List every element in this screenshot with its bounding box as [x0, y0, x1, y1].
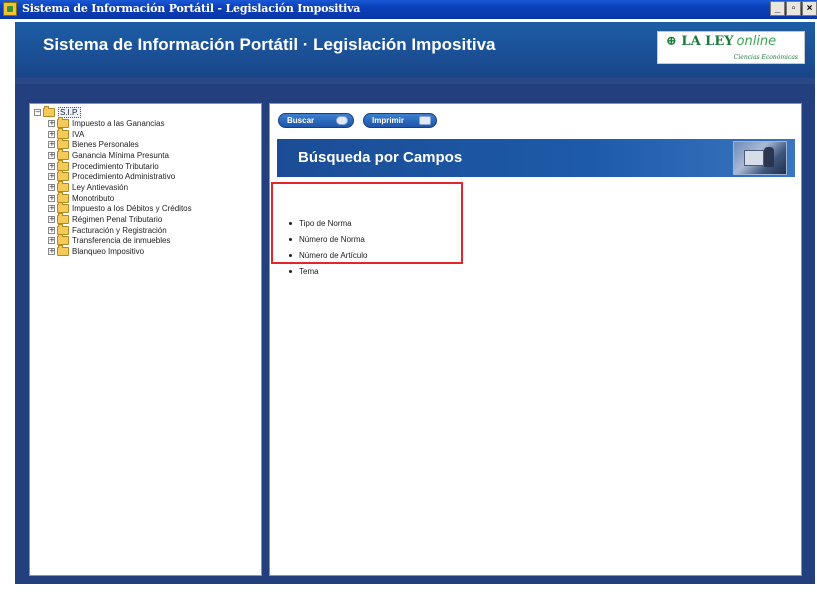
section-header: Búsqueda por Campos [277, 139, 795, 177]
folder-icon [57, 191, 69, 203]
search-field-item[interactable]: Tipo de Norma [289, 215, 367, 231]
tree-item-label[interactable]: Blanqueo Impositivo [72, 247, 144, 256]
expand-icon[interactable]: + [48, 173, 55, 181]
expand-icon[interactable]: + [48, 205, 55, 213]
application-icon[interactable] [3, 2, 17, 16]
tree-item-label[interactable]: Ley Antievasión [72, 183, 128, 192]
navigation-tree: − S.I.P. + Impuesto a las Ganancias + IVA + B… [34, 106, 192, 257]
tree-children: + Impuesto a las Ganancias + IVA + Bienes Per… [34, 116, 192, 257]
search-field-item[interactable]: Tema [289, 263, 367, 279]
expand-icon[interactable]: + [48, 183, 55, 191]
tree-item-label[interactable]: Régimen Penal Tributario [72, 215, 162, 224]
folder-icon [57, 116, 69, 128]
tree-item-label[interactable]: Ganancia Mínima Presunta [72, 151, 169, 160]
minimize-button[interactable]: _ [770, 1, 785, 16]
tree-item[interactable]: + Transferencia de inmuebles [48, 234, 192, 247]
search-field-list: Tipo de Norma Número de Norma Número de Ar… [289, 215, 367, 279]
folder-open-icon [43, 106, 55, 117]
search-field-label[interactable]: Tema [299, 267, 319, 276]
tree-item-label[interactable]: Bienes Personales [72, 140, 139, 149]
navigation-tree-panel[interactable]: − S.I.P. + Impuesto a las Ganancias + IVA + B… [29, 103, 262, 576]
brand-online-text: online [736, 34, 777, 49]
folder-icon [57, 170, 69, 182]
brand-name-text: LA LEY [681, 34, 734, 49]
tree-item[interactable]: + Régimen Penal Tributario [48, 213, 192, 225]
tree-item-label[interactable]: Transferencia de inmuebles [72, 236, 170, 245]
search-button[interactable]: Buscar [278, 113, 354, 128]
expand-icon[interactable]: + [48, 162, 55, 170]
folder-icon [57, 245, 69, 257]
brand-subtitle: Ciencias Económicas [733, 54, 798, 61]
expand-icon[interactable]: + [48, 216, 55, 224]
print-button-label: Imprimir [372, 116, 405, 125]
content-panel: Buscar Imprimir Búsqueda por Campos Tipo… [269, 103, 802, 576]
folder-icon [57, 159, 69, 171]
search-field-item[interactable]: Número de Artículo [289, 247, 367, 263]
tree-item-label[interactable]: Procedimiento Tributario [72, 162, 159, 171]
la-ley-logo: ⊕ LA LEY online Ciencias Económicas [657, 31, 805, 64]
bullet-icon [289, 237, 292, 241]
close-button[interactable]: × [802, 1, 817, 16]
window-controls: _ ▫ × [770, 1, 817, 16]
tree-item[interactable]: + Monotributo [48, 191, 192, 204]
bullet-icon [289, 253, 292, 257]
app-title: Sistema de Información Portátil · Legisl… [43, 35, 496, 54]
tree-item-label[interactable]: Monotributo [72, 194, 114, 203]
search-icon [336, 116, 348, 125]
collapse-icon[interactable]: − [34, 109, 41, 116]
tree-item[interactable]: + Blanqueo Impositivo [48, 245, 192, 257]
section-title: Búsqueda por Campos [298, 149, 463, 166]
expand-icon[interactable]: + [48, 119, 55, 127]
office-photo-image [733, 141, 787, 175]
tree-item[interactable]: + Procedimiento Administrativo [48, 170, 192, 182]
tree-item[interactable]: + Facturación y Registración [48, 223, 192, 236]
tree-item[interactable]: + Impuesto a las Ganancias [48, 116, 192, 129]
tree-item[interactable]: + Bienes Personales [48, 138, 192, 150]
window-title: Sistema de Información Portátil - Legisl… [22, 2, 361, 15]
tree-item[interactable]: + Impuesto a los Débitos y Créditos [48, 202, 192, 215]
bullet-icon [289, 269, 292, 273]
expand-icon[interactable]: + [48, 141, 55, 149]
search-field-label[interactable]: Número de Artículo [299, 251, 367, 260]
expand-icon[interactable]: + [48, 237, 55, 245]
header-divider [15, 78, 815, 84]
expand-icon[interactable]: + [48, 130, 55, 138]
expand-icon[interactable]: + [48, 151, 55, 159]
folder-icon [57, 148, 69, 160]
tree-item-label[interactable]: Facturación y Registración [72, 226, 167, 235]
search-field-label[interactable]: Número de Norma [299, 235, 365, 244]
tree-item[interactable]: + Procedimiento Tributario [48, 159, 192, 172]
bullet-icon [289, 221, 292, 225]
tree-item[interactable]: + Ganancia Mínima Presunta [48, 148, 192, 161]
expand-icon[interactable]: + [48, 248, 55, 256]
tree-item-label[interactable]: Impuesto a las Ganancias [72, 119, 165, 128]
tree-item[interactable]: + Ley Antievasión [48, 180, 192, 193]
folder-icon [57, 234, 69, 246]
brand-name: ⊕ LA LEY online [666, 34, 777, 49]
folder-icon [57, 223, 69, 235]
tree-item[interactable]: + IVA [48, 127, 192, 140]
app-header: Sistema de Información Portátil · Legisl… [15, 22, 815, 78]
folder-icon [57, 180, 69, 192]
printer-icon [419, 116, 431, 125]
search-field-item[interactable]: Número de Norma [289, 231, 367, 247]
folder-icon [57, 202, 69, 214]
expand-icon[interactable]: + [48, 226, 55, 234]
tree-item-label[interactable]: IVA [72, 130, 84, 139]
maximize-button[interactable]: ▫ [786, 1, 801, 16]
window-title-bar[interactable]: Sistema de Información Portátil - Legisl… [0, 0, 817, 19]
print-button[interactable]: Imprimir [363, 113, 437, 128]
expand-icon[interactable]: + [48, 194, 55, 202]
tree-item-label[interactable]: Impuesto a los Débitos y Créditos [72, 204, 192, 213]
search-field-label[interactable]: Tipo de Norma [299, 219, 352, 228]
folder-icon [57, 127, 69, 139]
folder-icon [57, 213, 69, 225]
tree-item-label[interactable]: Procedimiento Administrativo [72, 172, 175, 181]
folder-icon [57, 138, 69, 150]
search-button-label: Buscar [287, 116, 315, 125]
